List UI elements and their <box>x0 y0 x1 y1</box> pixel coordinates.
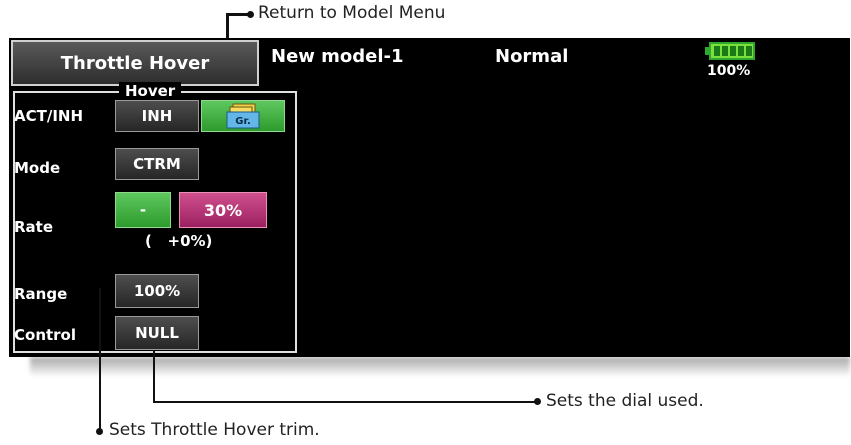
group-toggle-button[interactable]: Gr. <box>201 100 285 132</box>
group-folder-icon: Gr. <box>226 103 260 129</box>
battery-icon <box>709 42 755 60</box>
rate-left-button[interactable]: - <box>115 192 171 228</box>
callout-line-return-horizontal <box>226 13 248 16</box>
callout-sets-dial-used: Sets the dial used. <box>546 391 704 411</box>
battery-percent: 100% <box>707 63 751 79</box>
svg-text:Gr.: Gr. <box>235 116 251 127</box>
callout-dot-trim <box>96 428 103 435</box>
rate-trim-readout: ( +0%) <box>145 232 213 250</box>
callout-line-dial-vertical <box>153 350 155 402</box>
model-name: New model-1 <box>271 46 404 67</box>
condition-name: Normal <box>495 46 569 67</box>
callout-sets-hover-trim: Sets Throttle Hover trim. <box>109 420 320 440</box>
callout-line-trim-vertical <box>99 288 101 434</box>
hover-group-title: Hover <box>119 82 182 100</box>
act-inh-label: ACT/INH <box>14 107 84 125</box>
rate-label: Rate <box>14 218 54 236</box>
control-button[interactable]: NULL <box>115 316 199 350</box>
device-screen: Throttle Hover New model-1 Normal 100% H… <box>9 38 850 357</box>
rate-right-button[interactable]: 30% <box>179 192 267 228</box>
range-label: Range <box>14 285 68 303</box>
act-inh-button[interactable]: INH <box>115 100 199 132</box>
throttle-hover-title-button[interactable]: Throttle Hover <box>11 40 259 86</box>
range-button[interactable]: 100% <box>115 274 199 308</box>
callout-dot-dial <box>534 398 541 405</box>
callout-return-to-model-menu: Return to Model Menu <box>258 3 446 23</box>
mode-button[interactable]: CTRM <box>115 148 199 180</box>
control-label: Control <box>14 326 77 344</box>
mode-label: Mode <box>14 159 61 177</box>
callout-line-dial-horizontal <box>153 401 537 403</box>
callout-dot-return <box>247 11 254 18</box>
